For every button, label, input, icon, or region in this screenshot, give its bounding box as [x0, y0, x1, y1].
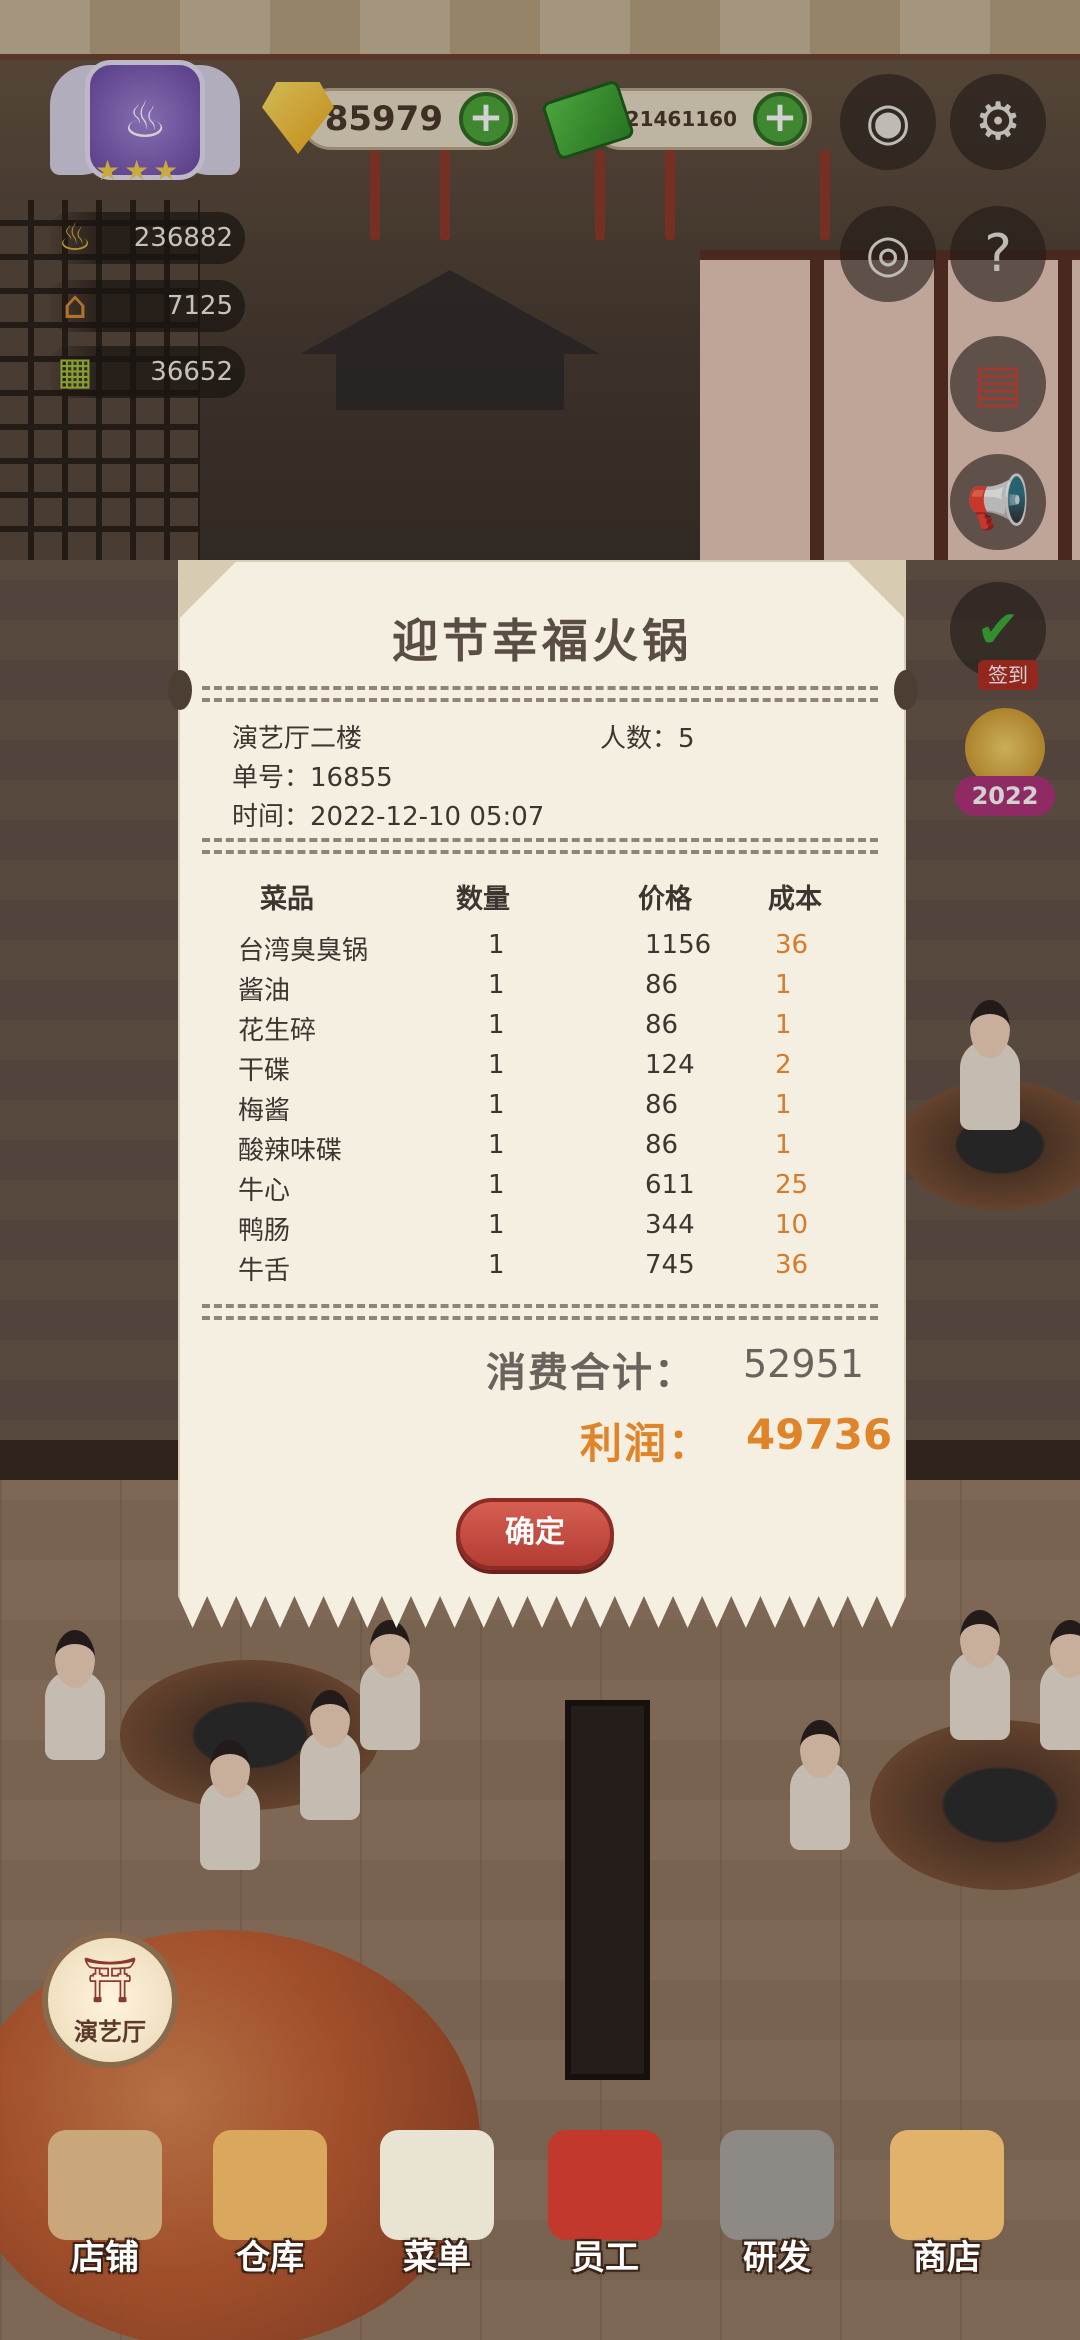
item-price: 344: [645, 1210, 695, 1240]
item-dish: 鸭肠: [238, 1216, 291, 1246]
nav-staff[interactable]: 员工: [530, 2110, 680, 2330]
nav-label: 商店: [913, 2238, 981, 2278]
item-qty: 1: [488, 930, 505, 960]
item-dish: 台湾臭臭锅: [238, 936, 369, 966]
paper-notch: [894, 670, 918, 710]
item-qty: 1: [488, 1250, 505, 1280]
storefront-icon: [48, 2130, 162, 2240]
table-row: 牛舌 1 745 36: [0, 1250, 1080, 1290]
item-dish: 牛舌: [238, 1256, 291, 1286]
item-cost: 25: [775, 1170, 809, 1200]
table-row: 酸辣味碟 1 86 1: [0, 1130, 1080, 1170]
chef-icon: [548, 2130, 662, 2240]
item-cost: 1: [775, 1130, 792, 1160]
item-qty: 1: [488, 1170, 505, 1200]
nav-label: 研发: [743, 2238, 811, 2278]
item-qty: 1: [488, 1210, 505, 1240]
header-cost: 成本: [768, 884, 822, 915]
item-qty: 1: [488, 1090, 505, 1120]
bottom-nav: 店铺 仓库 菜单 员工 研发 商店: [0, 2110, 1080, 2340]
location-text: 演艺厅二楼: [232, 724, 363, 754]
total-value: 52951: [743, 1342, 864, 1386]
wok-icon: [720, 2130, 834, 2240]
item-qty: 1: [488, 1010, 505, 1040]
table-row: 花生碎 1 86 1: [0, 1010, 1080, 1050]
divider: [202, 838, 878, 854]
paper-notch: [168, 670, 192, 710]
item-cost: 36: [775, 1250, 809, 1280]
total-label: 消费合计：: [486, 1350, 696, 1396]
item-qty: 1: [488, 970, 505, 1000]
order-time: 时间：2022-12-10 05:07: [232, 802, 545, 832]
item-cost: 1: [775, 1010, 792, 1040]
header-qty: 数量: [456, 884, 510, 915]
item-price: 86: [645, 1090, 679, 1120]
people-count: 人数：5: [600, 724, 695, 754]
nav-store[interactable]: 商店: [872, 2110, 1022, 2330]
item-price: 86: [645, 970, 679, 1000]
table-row: 鸭肠 1 344 10: [0, 1210, 1080, 1250]
nav-shop-front[interactable]: 店铺: [30, 2110, 180, 2330]
item-dish: 酸辣味碟: [238, 1136, 343, 1166]
nav-warehouse[interactable]: 仓库: [195, 2110, 345, 2330]
divider: [202, 1304, 878, 1320]
confirm-button[interactable]: 确定: [456, 1498, 614, 1570]
item-cost: 2: [775, 1050, 792, 1080]
item-price: 611: [645, 1170, 695, 1200]
receipt-title: 迎节幸福火锅: [392, 614, 692, 668]
item-price: 745: [645, 1250, 695, 1280]
item-dish: 酱油: [238, 976, 291, 1006]
nav-label: 店铺: [71, 2238, 139, 2278]
item-dish: 梅酱: [238, 1096, 291, 1126]
table-row: 牛心 1 611 25: [0, 1170, 1080, 1210]
item-price: 86: [645, 1130, 679, 1160]
header-dish: 菜品: [260, 884, 314, 915]
nav-label: 菜单: [403, 2238, 471, 2278]
profit-label: 利润：: [580, 1419, 713, 1468]
boxes-icon: [213, 2130, 327, 2240]
item-cost: 36: [775, 930, 809, 960]
item-dish: 牛心: [238, 1176, 291, 1206]
item-cost: 1: [775, 1090, 792, 1120]
item-dish: 干碟: [238, 1056, 291, 1086]
table-row: 干碟 1 124 2: [0, 1050, 1080, 1090]
item-qty: 1: [488, 1130, 505, 1160]
venue-label: 演艺厅: [74, 2018, 146, 2046]
table-row: 酱油 1 86 1: [0, 970, 1080, 1010]
market-stall-icon: [890, 2130, 1004, 2240]
nav-label: 仓库: [236, 2238, 304, 2278]
item-qty: 1: [488, 1050, 505, 1080]
header-price: 价格: [638, 884, 692, 915]
item-price: 86: [645, 1010, 679, 1040]
table-row: 台湾臭臭锅 1 1156 36: [0, 930, 1080, 970]
pavilion-icon: ⛩: [82, 1955, 138, 2006]
item-cost: 1: [775, 970, 792, 1000]
nav-label: 员工: [571, 2238, 639, 2278]
venue-button[interactable]: ⛩ 演艺厅: [42, 1932, 178, 2068]
item-price: 1156: [645, 930, 712, 960]
nav-research[interactable]: 研发: [702, 2110, 852, 2330]
nav-menu[interactable]: 菜单: [362, 2110, 512, 2330]
item-dish: 花生碎: [238, 1016, 317, 1046]
item-price: 124: [645, 1050, 695, 1080]
item-cost: 10: [775, 1210, 809, 1240]
clipboard-icon: [380, 2130, 494, 2240]
divider: [202, 686, 878, 702]
table-row: 梅酱 1 86 1: [0, 1090, 1080, 1130]
profit-value: 49736: [746, 1410, 893, 1459]
order-number: 单号：16855: [232, 763, 393, 793]
